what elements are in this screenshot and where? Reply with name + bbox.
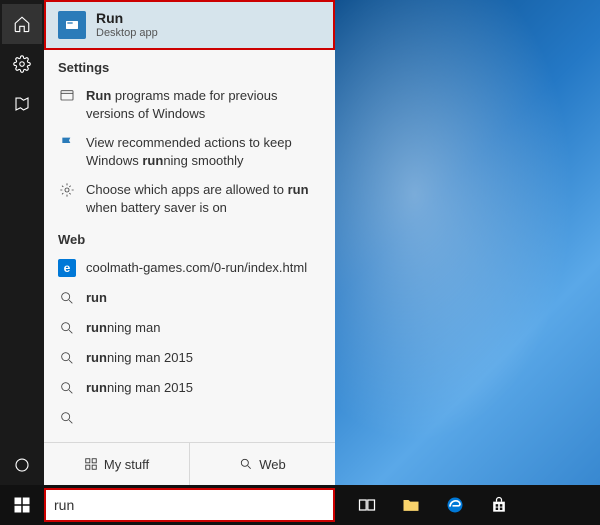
result-text: coolmath-games.com/0-run/index.html: [86, 259, 307, 277]
result-text: running man: [86, 319, 160, 337]
web-result[interactable]: running man: [44, 313, 335, 343]
settings-result[interactable]: Choose which apps are allowed to run whe…: [44, 175, 335, 222]
result-text: View recommended actions to keep Windows…: [86, 134, 321, 169]
taskbar-edge[interactable]: [433, 485, 477, 525]
tab-label: Web: [259, 457, 286, 472]
desktop-wallpaper: [335, 0, 600, 485]
search-results-panel: Run Desktop app Settings Run programs ma…: [44, 0, 335, 485]
result-text: running man 2015: [86, 379, 193, 397]
settings-result[interactable]: View recommended actions to keep Windows…: [44, 128, 335, 175]
best-match-title: Run: [96, 10, 158, 27]
search-icon: [58, 409, 76, 427]
taskbar-store[interactable]: [477, 485, 521, 525]
rail-home-button[interactable]: [2, 4, 42, 44]
run-app-icon: [58, 11, 86, 39]
edge-icon: e: [58, 259, 76, 277]
result-text: running man 2015: [86, 349, 193, 367]
section-header-settings: Settings: [44, 50, 335, 81]
search-icon: [58, 319, 76, 337]
rail-settings-button[interactable]: [2, 44, 42, 84]
best-match-result[interactable]: Run Desktop app: [44, 0, 335, 50]
search-input[interactable]: run: [44, 488, 335, 522]
filter-tabs: My stuff Web: [44, 442, 335, 485]
taskbar: run: [0, 485, 600, 525]
search-icon: [58, 289, 76, 307]
web-result-more[interactable]: [44, 403, 335, 433]
section-header-web: Web: [44, 222, 335, 253]
tab-my-stuff[interactable]: My stuff: [44, 443, 190, 485]
tab-label: My stuff: [104, 457, 149, 472]
flag-icon: [58, 134, 76, 152]
rail-places-button[interactable]: [2, 84, 42, 124]
rail-cortana-button[interactable]: [2, 445, 42, 485]
search-icon: [58, 379, 76, 397]
start-rail: [0, 0, 44, 485]
result-text: Run programs made for previous versions …: [86, 87, 321, 122]
web-result[interactable]: running man 2015: [44, 343, 335, 373]
taskbar-task-view[interactable]: [345, 485, 389, 525]
result-text: run: [86, 289, 107, 307]
settings-result[interactable]: Run programs made for previous versions …: [44, 81, 335, 128]
tab-web[interactable]: Web: [190, 443, 335, 485]
gear-icon: [58, 181, 76, 199]
taskbar-explorer[interactable]: [389, 485, 433, 525]
program-compat-icon: [58, 87, 76, 105]
best-match-subtitle: Desktop app: [96, 27, 158, 40]
search-input-text: run: [54, 497, 74, 513]
search-icon: [58, 349, 76, 367]
web-result[interactable]: running man 2015: [44, 373, 335, 403]
web-result[interactable]: e coolmath-games.com/0-run/index.html: [44, 253, 335, 283]
web-result[interactable]: run: [44, 283, 335, 313]
start-button[interactable]: [0, 485, 44, 525]
result-text: Choose which apps are allowed to run whe…: [86, 181, 321, 216]
